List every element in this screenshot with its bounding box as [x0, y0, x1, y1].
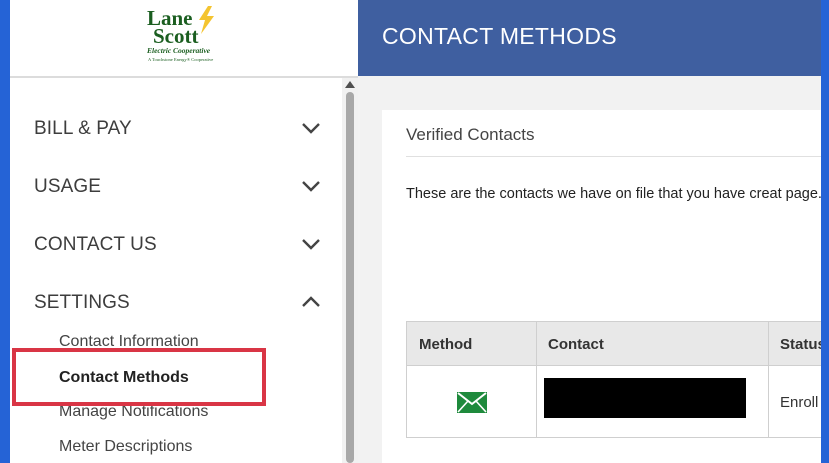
sidebar-item-bill-pay[interactable]: BILL & PAY — [10, 100, 346, 158]
sidebar-item-label: SETTINGS — [34, 292, 130, 313]
chevron-down-icon — [302, 239, 320, 250]
sidebar-item-label: CONTACT US — [34, 234, 157, 255]
sidebar-subitem-meter-descriptions[interactable]: Meter Descriptions — [59, 438, 192, 456]
sidebar-item-settings[interactable]: SETTINGS — [10, 274, 346, 332]
page-header: CONTACT METHODS — [358, 0, 821, 76]
sidebar-scrollbar[interactable] — [342, 78, 358, 463]
redacted-contact-value — [544, 378, 746, 418]
logo-subtagline: A Touchstone Energy® Cooperative — [148, 57, 214, 62]
sidebar: Lane Scott Electric Cooperative A Touchs… — [10, 0, 358, 463]
sidebar-item-usage[interactable]: USAGE — [10, 158, 346, 216]
chevron-up-icon — [302, 296, 320, 307]
company-logo[interactable]: Lane Scott Electric Cooperative A Touchs… — [10, 0, 358, 74]
sidebar-item-label: USAGE — [34, 176, 102, 197]
card-title: Verified Contacts — [406, 125, 535, 144]
sidebar-item-label: BILL & PAY — [34, 118, 132, 139]
card-divider — [406, 156, 821, 157]
status-value: Enroll — [780, 394, 819, 411]
chevron-down-icon — [302, 181, 320, 192]
card-description: These are the contacts we have on file t… — [406, 186, 821, 202]
page-title: CONTACT METHODS — [382, 23, 617, 49]
logo-tagline: Electric Cooperative — [147, 46, 211, 55]
column-divider — [768, 366, 769, 437]
app-window: Lane Scott Electric Cooperative A Touchs… — [10, 0, 821, 463]
column-divider — [536, 366, 537, 437]
logo-divider — [10, 76, 358, 78]
verified-contacts-card: Verified Contacts These are the contacts… — [382, 110, 821, 463]
table-row: Enroll — [406, 366, 821, 438]
envelope-icon — [457, 392, 487, 413]
scroll-up-arrow-icon[interactable] — [345, 81, 355, 88]
lightning-bolt-icon — [199, 6, 214, 34]
method-cell — [407, 366, 536, 437]
scrollbar-thumb[interactable] — [346, 92, 354, 463]
column-header-status[interactable]: Status — [768, 322, 821, 367]
column-header-method[interactable]: Method — [407, 322, 537, 367]
active-item-highlight-box — [12, 348, 266, 406]
table-header-row: Method Contact Status — [406, 321, 821, 366]
sidebar-item-contact-us[interactable]: CONTACT US — [10, 216, 346, 274]
column-header-contact[interactable]: Contact — [536, 322, 768, 367]
chevron-down-icon — [302, 123, 320, 134]
